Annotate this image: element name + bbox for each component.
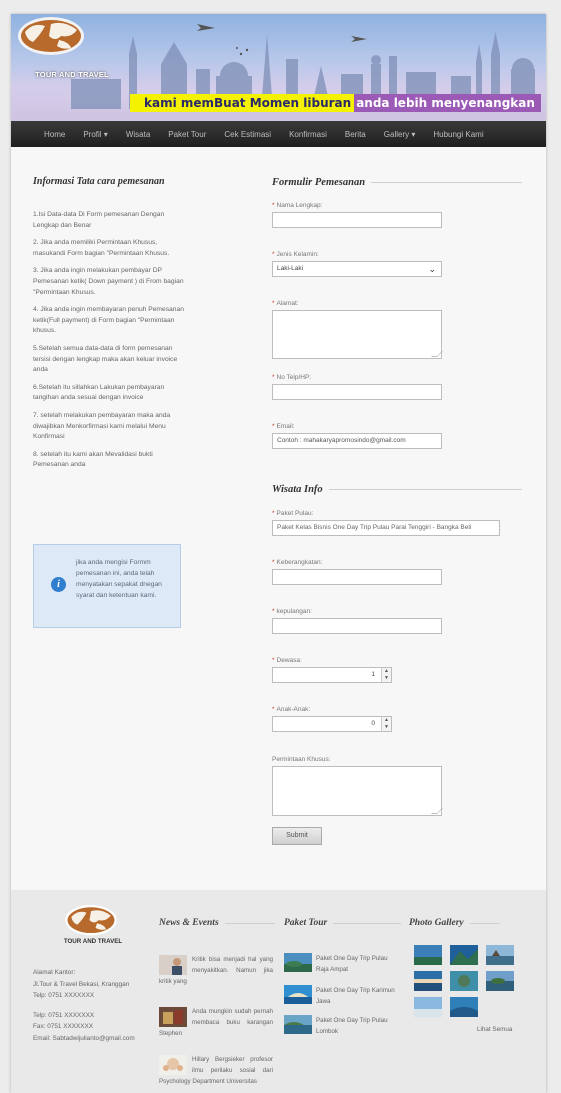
- news-thumbnail: [159, 1055, 187, 1075]
- info-step: 8. setelah itu kami akan Mevalidasi bukt…: [33, 450, 153, 469]
- gallery-photo[interactable]: [414, 971, 442, 991]
- page-container: TOUR AND TRAVEL kami memBuat Momen libur…: [11, 14, 546, 1093]
- info-step: 3. Jika anda ingin melakukan pembayar DP…: [33, 267, 184, 296]
- gallery-photo[interactable]: [450, 945, 478, 965]
- email-label: * Email:: [272, 423, 295, 430]
- terms-notice-text: jika anda mengisi Formm pemesanan ini, a…: [76, 559, 162, 599]
- paket-label: * Paket Pulau:: [272, 510, 314, 517]
- nama-label: * Nama Lengkap:: [272, 202, 323, 209]
- news-heading: News & Events: [159, 918, 275, 928]
- gallery-photo[interactable]: [450, 971, 478, 991]
- spinner-arrows-icon[interactable]: ▲ ▼: [381, 717, 391, 731]
- gallery-photo[interactable]: [486, 971, 514, 991]
- email-input[interactable]: Contoh : mahakaryapromosindo@gmail.com: [272, 433, 442, 449]
- tour-thumbnail: [284, 953, 312, 972]
- info-icon: i: [51, 577, 66, 592]
- dewasa-stepper[interactable]: 1 ▲ ▼: [272, 667, 392, 683]
- news-item[interactable]: Kritik bisa menjadi hal yang menyakitkan…: [159, 954, 273, 987]
- resize-grip-icon[interactable]: [431, 351, 443, 357]
- kepulangan-label: * kepulangan:: [272, 608, 312, 615]
- gallery-heading: Photo Gallery: [409, 918, 500, 928]
- nav-profil[interactable]: Profil ▾: [83, 130, 107, 139]
- dewasa-label: * Dewasa:: [272, 657, 302, 664]
- spinner-arrows-icon[interactable]: ▲ ▼: [381, 668, 391, 682]
- nav-gallery[interactable]: Gallery ▾: [384, 130, 416, 139]
- main-nav: Home Profil ▾ Wisata Paket Tour Cek Esti…: [11, 121, 546, 147]
- terms-notice-box: i jika anda mengisi Formm pemesanan ini,…: [33, 544, 181, 628]
- anak-stepper[interactable]: 0 ▲ ▼: [272, 716, 392, 732]
- tour-item[interactable]: Paket One Day Trip Pulau Lombok: [284, 1015, 399, 1041]
- submit-button[interactable]: Submit: [272, 827, 322, 845]
- alamat-label: * Alamat:: [272, 300, 299, 307]
- tagline-rest: anda lebih menyenangkan: [354, 94, 541, 112]
- gallery-photo[interactable]: [486, 945, 514, 965]
- resize-grip-icon[interactable]: [431, 808, 443, 814]
- nav-berita[interactable]: Berita: [345, 130, 366, 139]
- nama-lengkap-input[interactable]: [272, 212, 442, 228]
- gallery-photo[interactable]: [450, 997, 478, 1017]
- info-steps-list: 1.Isi Data-data Di Form pemesanan Dengan…: [33, 210, 185, 478]
- anak-label: * Anak-Anak:: [272, 706, 311, 713]
- header-banner: TOUR AND TRAVEL kami memBuat Momen libur…: [11, 14, 546, 121]
- nav-paket-tour[interactable]: Paket Tour: [168, 130, 206, 139]
- tour-heading: Paket Tour: [284, 918, 402, 928]
- footer: TOUR AND TRAVEL Alamat Kantor: Jl.Tour &…: [11, 890, 546, 1093]
- nav-wisata[interactable]: Wisata: [126, 130, 150, 139]
- nav-hubungi-kami[interactable]: Hubungi Kami: [433, 130, 483, 139]
- news-item[interactable]: Hillary Bergsieker profesor ilmu perilak…: [159, 1054, 273, 1087]
- nav-home[interactable]: Home: [44, 130, 65, 139]
- telp-input[interactable]: [272, 384, 442, 400]
- tour-thumbnail: [284, 1015, 312, 1034]
- alamat-textarea[interactable]: [272, 310, 443, 359]
- footer-logo-text: TOUR AND TRAVEL: [63, 938, 123, 945]
- keberangkatan-label: * Keberangkatan:: [272, 559, 323, 566]
- news-item[interactable]: Anda mungkin sudah pernah membaca buku k…: [159, 1006, 273, 1039]
- news-thumbnail: [159, 955, 187, 975]
- form-heading: Formulir Pemesanan: [272, 177, 522, 188]
- jenis-kelamin-select[interactable]: Laki-Laki ⌄: [272, 261, 442, 277]
- permintaan-khusus-label: Permintaan Khusus:: [272, 756, 331, 763]
- tagline-highlight: kami memBuat Momen liburan: [130, 94, 355, 112]
- chevron-down-icon: ⌄: [428, 264, 436, 274]
- nav-konfirmasi[interactable]: Konfirmasi: [289, 130, 327, 139]
- info-step: 7. setelah melakukan pembayaran maka and…: [33, 411, 171, 441]
- wisata-heading: Wisata Info: [272, 484, 522, 495]
- jenis-kelamin-label: * Jenis Kelamin:: [272, 251, 319, 258]
- see-all-link[interactable]: Lihat Semua: [477, 1026, 512, 1033]
- office-address: Alamat Kantor: Jl.Tour & Travel Bekasi, …: [33, 969, 135, 1042]
- nav-cek-estimasi[interactable]: Cek Estimasi: [224, 130, 271, 139]
- info-title: Informasi Tata cara pemesanan: [33, 176, 165, 187]
- gallery-photo[interactable]: [414, 997, 442, 1017]
- info-step: 6.Setelah itu sillahkan Lakukan pembayar…: [33, 383, 165, 402]
- telp-label: * No Telp/HP:: [272, 374, 312, 381]
- tour-item[interactable]: Paket One Day Trip Pulau Raja Ampat: [284, 953, 399, 979]
- info-step: 4. Jika anda ingin membayaran penuh Peme…: [33, 306, 184, 335]
- info-step: 5.Setelah semua data-data di form pemesa…: [33, 344, 178, 374]
- tour-item[interactable]: Paket One Day Trip Karimun Jawa: [284, 985, 399, 1011]
- logo-text: TOUR AND TRAVEL: [35, 70, 109, 79]
- tour-thumbnail: [284, 985, 312, 1004]
- keberangkatan-input[interactable]: [272, 569, 442, 585]
- permintaan-khusus-textarea[interactable]: [272, 766, 443, 816]
- info-step: 1.Isi Data-data Di Form pemesanan Dengan…: [33, 211, 165, 229]
- paket-pulau-input[interactable]: Paket Kelas Bisnis One Day Trip Pulau Pa…: [272, 520, 500, 536]
- info-step: 2. Jika anda memiliki Permintaan Khusus,…: [33, 239, 170, 257]
- gallery-photo[interactable]: [414, 945, 442, 965]
- kepulangan-input[interactable]: [272, 618, 442, 634]
- news-thumbnail: [159, 1007, 187, 1027]
- tagline: kami memBuat Momen liburan anda lebih me…: [130, 94, 541, 112]
